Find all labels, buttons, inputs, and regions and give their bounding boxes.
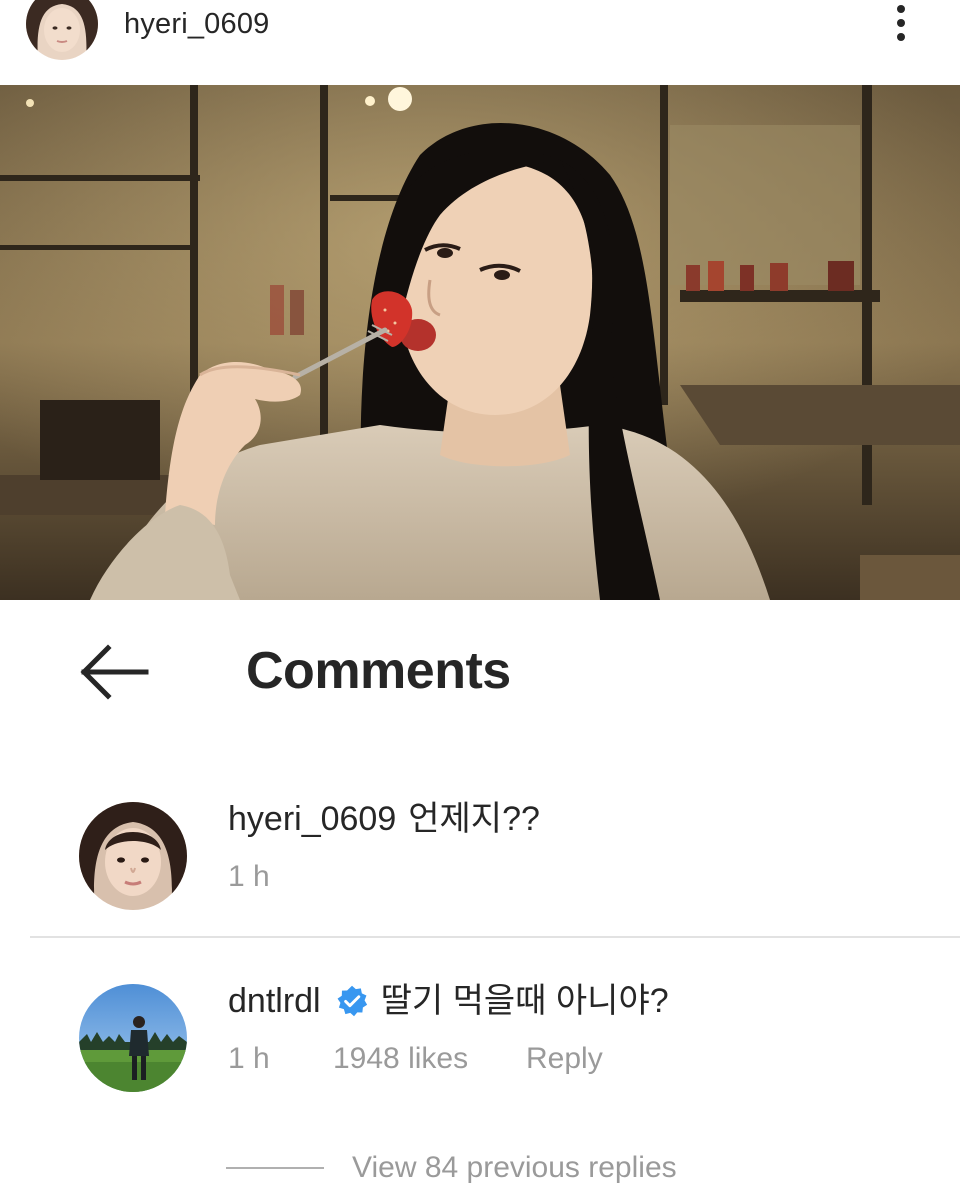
comment-text: 언제지?? xyxy=(408,800,540,838)
comment-likes[interactable]: 1948 likes xyxy=(333,1040,468,1078)
comment-meta: 1 h 1948 likes Reply xyxy=(228,1040,828,1080)
comments-title: Comments xyxy=(246,642,511,700)
reply-button[interactable]: Reply xyxy=(526,1040,603,1078)
post-author-username[interactable]: hyeri_0609 xyxy=(124,6,270,42)
comment-body: dntlrdl 딸기 먹을때 아니야? xyxy=(228,980,669,1022)
more-vertical-icon-dot xyxy=(897,33,905,41)
post-header: hyeri_0609 xyxy=(0,0,960,84)
comment-text: 딸기 먹을때 아니야? xyxy=(380,982,669,1020)
more-options-button[interactable] xyxy=(884,0,918,46)
view-replies-label: View 84 previous replies xyxy=(352,1151,677,1184)
commenter-avatar[interactable] xyxy=(79,984,187,1092)
comment-time: 1 h xyxy=(228,1042,270,1075)
comment-username[interactable]: dntlrdl xyxy=(228,980,321,1022)
post-photo xyxy=(0,85,960,600)
more-vertical-icon xyxy=(897,5,905,13)
back-button[interactable] xyxy=(78,642,150,702)
divider xyxy=(30,936,960,938)
replies-line xyxy=(226,1167,324,1169)
comment-body: hyeri_0609 언제지?? xyxy=(228,798,540,840)
view-previous-replies-button[interactable]: View 84 previous replies xyxy=(226,1146,677,1190)
more-vertical-icon-dot xyxy=(897,19,905,27)
verified-badge-icon xyxy=(337,985,367,1017)
comment-time: 1 h xyxy=(228,860,270,893)
comment-username[interactable]: hyeri_0609 xyxy=(228,798,396,840)
arrow-left-icon xyxy=(80,644,149,700)
post-author-avatar[interactable] xyxy=(26,0,98,60)
commenter-avatar[interactable] xyxy=(79,802,187,910)
comment-meta: 1 h xyxy=(228,858,270,896)
